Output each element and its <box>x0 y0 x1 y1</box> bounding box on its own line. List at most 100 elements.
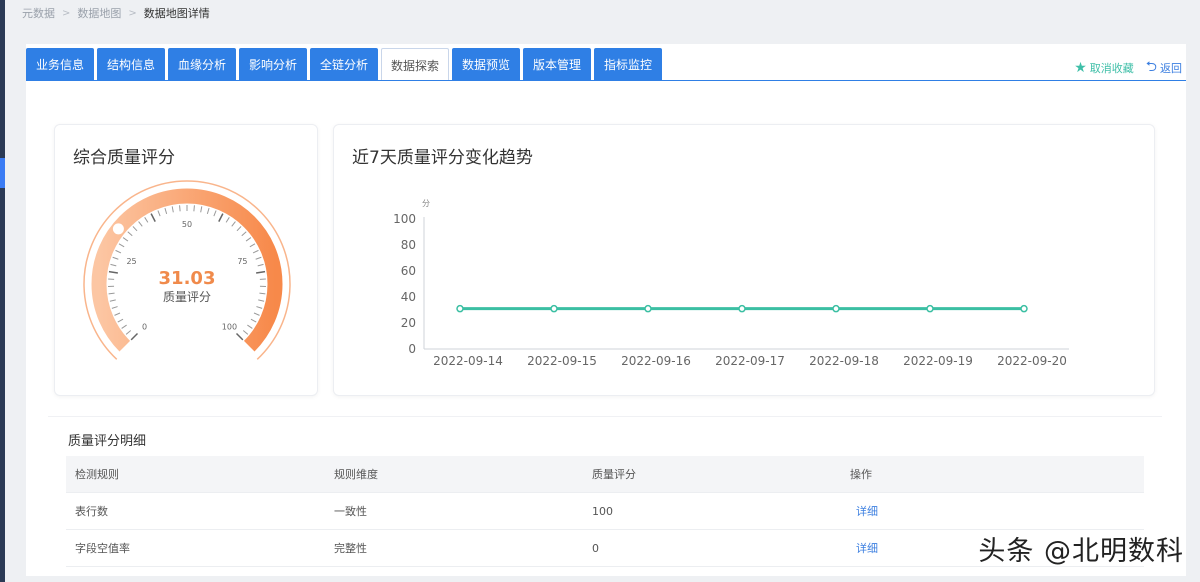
data-point <box>456 304 464 313</box>
tab-impact-analysis[interactable]: 影响分析 <box>239 48 307 81</box>
y-tick-label: 0 <box>408 342 416 356</box>
y-tick-label: 40 <box>401 290 416 304</box>
breadcrumb-item-current: 数据地图详情 <box>143 7 210 20</box>
gauge-tick <box>115 249 122 254</box>
cell-dimension: 一致性 <box>334 505 367 518</box>
cell-rule: 字段空值率 <box>75 542 130 555</box>
gauge-tick <box>164 207 168 215</box>
gauge-tick <box>241 231 247 237</box>
tab-business-info[interactable]: 业务信息 <box>26 48 94 81</box>
gauge-label: 质量评分 <box>163 290 211 304</box>
trend-card: 近7天质量评分变化趋势 分 0 20 40 60 80 100 2022-09-14 202… <box>333 124 1155 396</box>
cell-rule: 表行数 <box>75 505 108 518</box>
gauge-value: 31.03 <box>159 268 216 289</box>
tab-structure-info[interactable]: 结构信息 <box>97 48 165 81</box>
x-tick-label: 2022-09-15 <box>527 354 597 368</box>
chevron-right-icon: > <box>128 7 137 19</box>
cell-score: 0 <box>592 541 599 555</box>
top-actions: ★ 取消收藏 ⮌ 返回 <box>1062 56 1182 80</box>
gauge-tick <box>125 330 132 335</box>
gauge-tick <box>255 256 262 260</box>
gauge-tick <box>231 221 236 227</box>
data-point <box>1020 304 1028 313</box>
chevron-right-icon: > <box>62 7 71 19</box>
gauge-tick-label: 50 <box>182 220 192 229</box>
overall-score-card: 综合质量评分 0 25 50 75 100 31.03 质量评分 <box>54 124 318 396</box>
column-header-score: 质量评分 <box>592 468 636 481</box>
y-tick-label: 60 <box>401 264 416 278</box>
gauge-tick <box>122 237 129 242</box>
tab-metric-monitoring[interactable]: 指标监控 <box>594 48 662 81</box>
gauge-tick <box>213 210 217 217</box>
x-axis-tick-labels: 2022-09-14 2022-09-15 2022-09-16 2022-09-17… <box>433 354 1067 368</box>
trend-chart: 分 020406080100 2022-09-14 2022-09-15 2022-… <box>393 199 1069 368</box>
data-point <box>550 304 558 313</box>
gauge-tick <box>111 306 118 309</box>
watermark: 头条 @北明数科 <box>978 536 1184 567</box>
gauge-tick <box>206 207 210 215</box>
detail-link[interactable]: 详细 <box>850 505 878 518</box>
gauge-tick <box>117 318 124 323</box>
gauge-tick <box>112 256 119 260</box>
gauge-tick-label: 75 <box>237 257 247 266</box>
return-arrow-icon: ⮌ <box>1145 59 1157 75</box>
gauge-tick <box>225 217 230 223</box>
tab-full-chain-analysis[interactable]: 全链分析 <box>310 48 378 81</box>
gauge-tick <box>245 237 252 242</box>
gauge-tick <box>256 270 266 274</box>
breadcrumb-item-metadata[interactable]: 元数据 <box>22 5 55 21</box>
gauge-tick <box>256 306 263 309</box>
gauge-tick <box>235 332 244 341</box>
gauge-tick <box>257 263 264 267</box>
gauge-tick <box>200 206 203 213</box>
x-tick-label: 2022-09-14 <box>433 354 503 368</box>
tab-lineage-analysis[interactable]: 血缘分析 <box>168 48 236 81</box>
score-detail-title: 质量评分明细 <box>68 434 147 449</box>
tab-version-management[interactable]: 版本管理 <box>523 48 591 81</box>
column-header-action: 操作 <box>850 468 872 481</box>
column-header-dimension: 规则维度 <box>334 468 378 481</box>
gauge-tick <box>108 292 115 295</box>
unfavorite-button[interactable]: ★ 取消收藏 <box>1074 60 1134 76</box>
gauge-tick <box>236 226 242 232</box>
gauge-tick <box>114 312 121 316</box>
tab-data-exploration[interactable]: 数据探索 <box>381 48 449 81</box>
left-nav-active-indicator <box>0 158 5 188</box>
left-nav-rail <box>0 0 5 582</box>
gauge-tick <box>109 299 116 302</box>
x-tick-label: 2022-09-19 <box>903 354 973 368</box>
tab-bar: 业务信息 结构信息 血缘分析 影响分析 全链分析 数据探索 数据预览 版本管理 … <box>26 48 665 81</box>
gauge-tick <box>132 226 138 232</box>
tab-data-preview[interactable]: 数据预览 <box>452 48 520 81</box>
cell-dimension: 完整性 <box>334 542 367 555</box>
x-tick-label: 2022-09-20 <box>997 354 1067 368</box>
gauge-tick <box>253 312 260 316</box>
gauge-tick <box>242 330 249 335</box>
column-header-rule: 检测规则 <box>75 468 119 481</box>
gauge-tick <box>110 263 117 267</box>
data-point <box>832 304 840 313</box>
gauge-tick <box>259 292 266 295</box>
gauge-tick-label: 0 <box>142 322 147 331</box>
gauge-tick <box>252 249 259 254</box>
x-tick-label: 2022-09-16 <box>621 354 691 368</box>
gauge-tick <box>218 213 224 222</box>
gauge-tick-label: 25 <box>126 257 136 266</box>
back-button[interactable]: ⮌ 返回 <box>1146 56 1182 80</box>
table-header-row: 检测规则 规则维度 质量评分 操作 <box>66 456 1144 493</box>
gauge-tick <box>258 299 265 302</box>
data-point <box>644 304 652 313</box>
breadcrumb: 元数据 > 数据地图 > 数据地图详情 <box>22 4 210 22</box>
gauge-pointer-dot <box>112 223 124 235</box>
y-tick-label: 100 <box>393 212 416 226</box>
star-icon: ★ <box>1074 60 1087 76</box>
gauge-tick <box>108 270 118 274</box>
detail-link[interactable]: 详细 <box>850 542 878 555</box>
gauge-tick <box>157 210 161 217</box>
y-axis-unit: 分 <box>422 199 430 208</box>
gauge-tick <box>250 318 257 323</box>
gauge-tick <box>130 332 139 341</box>
breadcrumb-item-datamap[interactable]: 数据地图 <box>77 5 121 21</box>
score-gauge: 0 25 50 75 100 31.03 质量评分 <box>83 180 291 360</box>
gauge-tick-label: 100 <box>222 322 237 331</box>
